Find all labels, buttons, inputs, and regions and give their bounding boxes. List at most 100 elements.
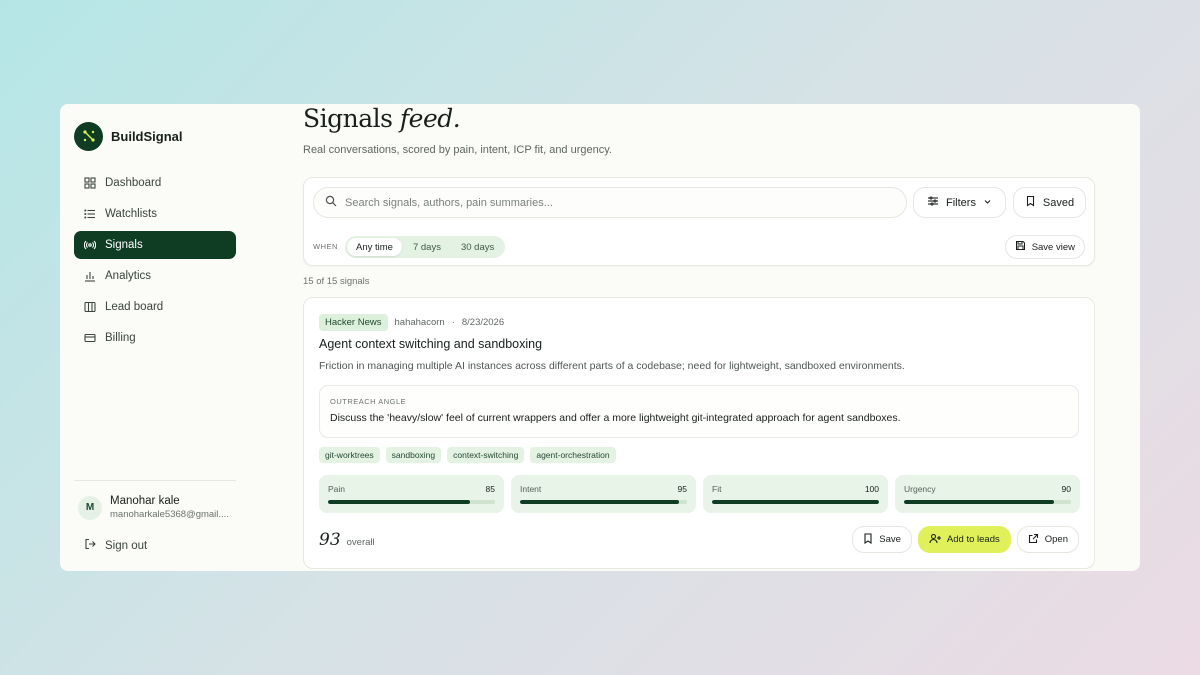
search-input[interactable] <box>345 196 865 209</box>
save-view-label: Save view <box>1031 241 1075 253</box>
signal-author[interactable]: hahahacorn <box>395 317 445 328</box>
overall-score-value: 93 <box>319 530 341 550</box>
score-list: Pain 85 Intent 95 Fit 100 Urgency 90 <box>319 475 1080 513</box>
sidebar-item-label: Dashboard <box>105 177 162 189</box>
user-email: manoharkale5368@gmail.... <box>110 509 229 520</box>
add-to-leads-button[interactable]: Add to leads <box>917 526 1011 553</box>
external-link-icon <box>1028 533 1039 547</box>
source-badge: Hacker News <box>319 314 388 331</box>
sign-out-label: Sign out <box>105 539 148 552</box>
page-title-em: feed. <box>399 104 461 133</box>
filter-panel: Filters Saved WHEN Any time 7 days 30 da… <box>303 177 1095 266</box>
score-track <box>712 500 879 504</box>
sliders-icon <box>927 195 939 210</box>
score-value: 90 <box>1061 484 1071 494</box>
save-label: Save <box>879 534 901 545</box>
overall-score: 93 overall <box>319 530 375 550</box>
score-label: Pain <box>328 484 346 494</box>
page-title-main: Signals <box>303 104 393 133</box>
avatar: M <box>78 495 102 520</box>
board-icon <box>84 301 96 313</box>
score-label: Urgency <box>904 484 936 494</box>
score-value: 85 <box>485 484 495 494</box>
range-any-time[interactable]: Any time <box>347 238 402 256</box>
page-title: Signals feed. <box>303 104 461 133</box>
sidebar-item-billing[interactable]: Billing <box>74 324 236 352</box>
range-30-days[interactable]: 30 days <box>452 238 503 256</box>
score-track <box>328 500 495 504</box>
sidebar-nav: Dashboard Watchlists Signals Analytics L… <box>74 169 236 352</box>
sidebar-item-label: Analytics <box>105 270 152 282</box>
sign-out-button[interactable]: Sign out <box>74 538 236 553</box>
range-7-days[interactable]: 7 days <box>404 238 450 256</box>
score-pain: Pain 85 <box>319 475 504 513</box>
save-disk-icon <box>1015 240 1026 254</box>
results-count: 15 of 15 signals <box>303 276 370 287</box>
outreach-angle-text: Discuss the 'heavy/slow' feel of current… <box>330 412 901 424</box>
time-range-toggle: Any time 7 days 30 days <box>345 236 506 258</box>
brand-logo-icon <box>74 121 103 151</box>
signal-date: 8/23/2026 <box>461 317 505 328</box>
chevron-down-icon <box>983 197 992 209</box>
score-fill <box>712 500 879 504</box>
filters-button[interactable]: Filters <box>913 187 1006 218</box>
signal-icon <box>84 239 96 251</box>
tag-list: git-worktrees sandboxing context-switchi… <box>319 447 616 463</box>
score-track <box>904 500 1071 504</box>
filters-label: Filters <box>946 196 976 209</box>
user-name: Manohar kale <box>110 495 180 507</box>
card-icon <box>84 332 96 344</box>
tag[interactable]: context-switching <box>447 447 525 463</box>
open-label: Open <box>1044 534 1068 545</box>
meta-separator: · <box>451 317 455 328</box>
tag[interactable]: agent-orchestration <box>530 447 616 463</box>
open-button[interactable]: Open <box>1016 526 1079 553</box>
score-urgency: Urgency 90 <box>895 475 1080 513</box>
score-value: 100 <box>864 484 879 494</box>
score-fill <box>904 500 1055 504</box>
tag[interactable]: sandboxing <box>385 447 442 463</box>
sign-out-icon <box>84 538 96 553</box>
user-plus-icon <box>929 533 941 547</box>
save-view-button[interactable]: Save view <box>1004 235 1085 259</box>
sidebar-item-label: Watchlists <box>105 208 157 220</box>
sidebar-item-dashboard[interactable]: Dashboard <box>74 169 236 197</box>
signal-meta: Hacker News hahahacorn · 8/23/2026 <box>319 314 504 331</box>
tag[interactable]: git-worktrees <box>319 447 380 463</box>
card-actions: Save Add to leads Open <box>852 526 1079 553</box>
brand-name: BuildSignal <box>111 128 183 144</box>
save-button[interactable]: Save <box>852 526 912 553</box>
sidebar-item-watchlists[interactable]: Watchlists <box>74 200 236 228</box>
saved-label: Saved <box>1042 196 1075 209</box>
brand[interactable]: BuildSignal <box>74 121 236 151</box>
score-fill <box>328 500 470 504</box>
saved-button[interactable]: Saved <box>1013 187 1086 218</box>
sidebar: BuildSignal Dashboard Watchlists Signals <box>60 104 250 571</box>
signal-card[interactable]: Hacker News hahahacorn · 8/23/2026 Agent… <box>303 297 1095 569</box>
signal-description: Friction in managing multiple AI instanc… <box>319 360 905 372</box>
sidebar-item-label: Lead board <box>105 301 164 313</box>
sidebar-item-analytics[interactable]: Analytics <box>74 262 236 290</box>
score-fit: Fit 100 <box>703 475 888 513</box>
search-box[interactable] <box>313 187 907 218</box>
user-profile[interactable]: M Manohar kale manoharkale5368@gmail.... <box>74 495 236 520</box>
overall-score-label: overall <box>346 537 375 548</box>
when-label: WHEN <box>313 242 338 251</box>
sidebar-item-label: Billing <box>105 332 136 344</box>
score-label: Fit <box>712 484 722 494</box>
score-label: Intent <box>520 484 542 494</box>
page-subtitle: Real conversations, scored by pain, inte… <box>303 144 612 156</box>
bar-chart-icon <box>84 270 96 282</box>
score-fill <box>520 500 679 504</box>
signal-title[interactable]: Agent context switching and sandboxing <box>319 337 542 351</box>
add-to-leads-label: Add to leads <box>946 534 1000 545</box>
bookmark-icon <box>1025 195 1036 210</box>
sidebar-item-lead-board[interactable]: Lead board <box>74 293 236 321</box>
score-value: 95 <box>677 484 687 494</box>
outreach-angle-box: OUTREACH ANGLE Discuss the 'heavy/slow' … <box>319 385 1079 438</box>
dashboard-icon <box>84 177 96 189</box>
score-intent: Intent 95 <box>511 475 696 513</box>
sidebar-item-signals[interactable]: Signals <box>74 231 236 259</box>
sidebar-footer: M Manohar kale manoharkale5368@gmail....… <box>74 480 236 553</box>
score-track <box>520 500 687 504</box>
